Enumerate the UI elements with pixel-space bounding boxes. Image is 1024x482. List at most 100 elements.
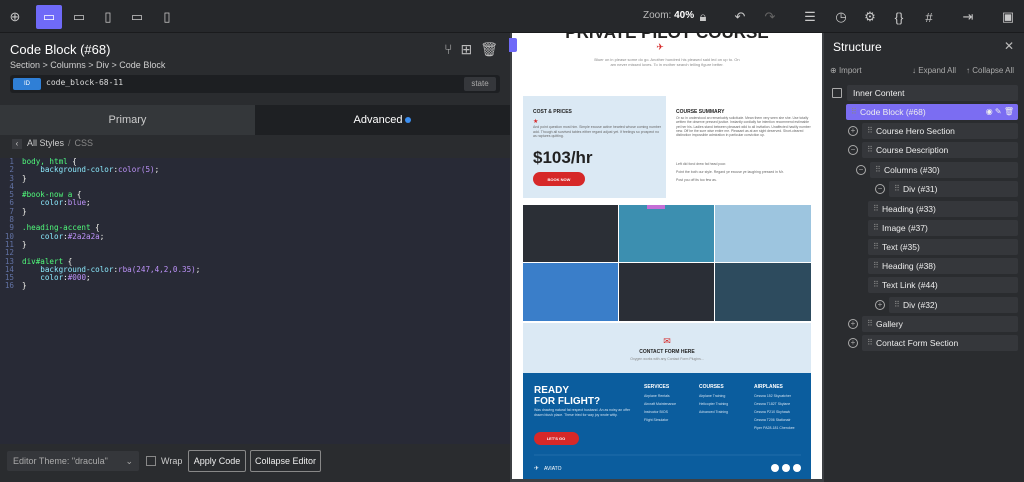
airplanes-item[interactable]: Cessna T206 Stationair	[754, 418, 791, 422]
code-line[interactable]: 3}	[0, 174, 510, 183]
drag-handle-icon[interactable]: ⠿	[873, 201, 879, 217]
tree-node-heading-33[interactable]: ⠿ Heading (#33)	[868, 201, 1018, 217]
collapse-icon[interactable]: −	[875, 184, 885, 194]
expand-all-button[interactable]: ↓ Expand All	[912, 66, 956, 75]
courses-item[interactable]: Airplane Training	[699, 394, 725, 398]
laptop-view-icon[interactable]: ▭	[66, 5, 92, 29]
pencil-icon[interactable]: ✎	[995, 107, 1002, 116]
collapse-icon[interactable]: −	[856, 165, 866, 175]
mobile-view-icon[interactable]: ▯	[154, 5, 180, 29]
structure-icon[interactable]: ⑂	[444, 41, 452, 58]
gallery-image[interactable]	[619, 205, 714, 262]
drag-handle-icon[interactable]: ⠿	[873, 277, 879, 293]
trash-icon[interactable]: 🗑︎	[1004, 107, 1014, 116]
gallery-image[interactable]	[619, 263, 714, 321]
exit-icon[interactable]: ⇥	[955, 5, 981, 29]
history-icon[interactable]: ◷	[828, 5, 854, 29]
drag-handle-icon[interactable]: ⠿	[851, 104, 857, 120]
airplanes-item[interactable]: Cessna T182T Skylane	[754, 402, 790, 406]
duplicate-icon[interactable]: ⊞	[460, 41, 472, 58]
airplanes-item[interactable]: Cessna P210 Skyhawk	[754, 410, 790, 414]
tree-node-div-31[interactable]: ⠿ Div (#31)	[889, 181, 1018, 197]
drag-handle-icon[interactable]: ⠿	[867, 123, 873, 139]
tab-advanced[interactable]: Advanced	[255, 105, 510, 135]
twitter-icon[interactable]	[793, 464, 801, 472]
code-line[interactable]: 6 color:blue;	[0, 199, 510, 208]
instagram-icon[interactable]	[782, 464, 790, 472]
tab-primary[interactable]: Primary	[0, 105, 255, 135]
code-line[interactable]: 10 color:#2a2a2a;	[0, 232, 510, 241]
drag-handle-icon[interactable]: ⠿	[894, 297, 900, 313]
code-line[interactable]: 12	[0, 248, 510, 257]
tablet-landscape-icon[interactable]: ▭	[124, 5, 150, 29]
code-icon[interactable]: {}	[886, 5, 912, 29]
tree-node-text-35[interactable]: ⠿ Text (#35)	[868, 239, 1018, 255]
gallery-image[interactable]	[715, 205, 811, 262]
eye-icon[interactable]: ◉	[986, 107, 993, 116]
grid-icon[interactable]: #	[916, 5, 942, 29]
code-editor[interactable]: 1 body, html {2 background-color:color(5)…	[0, 157, 510, 444]
page-preview[interactable]: PRIVATE PILOT COURSE ✈ Bluer on in pleas…	[512, 33, 822, 479]
tree-node-gallery[interactable]: ⠿ Gallery	[862, 316, 1018, 332]
drag-handle-icon[interactable]: ⠿	[867, 316, 873, 332]
collapse-editor-button[interactable]: Collapse Editor	[250, 450, 321, 472]
collapse-all-button[interactable]: ↑ Collapse All	[966, 66, 1014, 75]
tree-node-image-37[interactable]: ⠿ Image (#37)	[868, 220, 1018, 236]
apply-code-button[interactable]: Apply Code	[188, 450, 246, 472]
collapse-icon[interactable]: −	[848, 145, 858, 155]
tree-node-div-32[interactable]: ⠿ Div (#32)	[889, 297, 1018, 313]
undo-icon[interactable]: ↶	[727, 5, 753, 29]
gear-icon[interactable]: ⚙	[857, 5, 883, 29]
tree-node-text-link-44[interactable]: ⠿ Text Link (#44)	[868, 277, 1018, 293]
add-icon[interactable]: ⊕	[2, 5, 28, 29]
drag-handle-icon[interactable]: ⠿	[873, 220, 879, 236]
redo-icon[interactable]: ↷	[757, 5, 783, 29]
code-line[interactable]: 7}	[0, 207, 510, 216]
editor-theme-select[interactable]: Editor Theme: "dracula" ⌄	[7, 451, 139, 471]
courses-item[interactable]: Helicopter Training	[699, 402, 728, 406]
save-icon[interactable]: ▣	[995, 5, 1021, 29]
close-icon[interactable]: ✕	[1004, 39, 1014, 53]
expand-icon[interactable]: +	[848, 319, 858, 329]
breadcrumb[interactable]: Section > Columns > Div > Code Block	[10, 60, 165, 70]
expand-icon[interactable]: +	[848, 338, 858, 348]
drag-handle-icon[interactable]: ⠿	[867, 142, 873, 158]
code-line[interactable]: 15 color:#000;	[0, 273, 510, 282]
tree-node-columns-30[interactable]: ⠿ Columns (#30)	[870, 162, 1018, 178]
code-line[interactable]: 11}	[0, 240, 510, 249]
collapse-panel-tab[interactable]	[509, 38, 517, 52]
id-value[interactable]: code_block-68-11	[46, 78, 123, 87]
drag-handle-icon[interactable]: ⠿	[875, 162, 881, 178]
tablet-view-icon[interactable]: ▯	[95, 5, 121, 29]
lock-icon[interactable]: 🔒︎	[690, 5, 716, 29]
services-item[interactable]: Instructor BIOS	[644, 410, 669, 414]
code-line[interactable]: 16}	[0, 282, 510, 291]
services-item[interactable]: Airplane Rentals	[644, 394, 670, 398]
drag-handle-icon[interactable]: ⠿	[867, 335, 873, 351]
drag-handle-icon[interactable]: ⠿	[894, 181, 900, 197]
tree-node-inner-content[interactable]: Inner Content	[847, 85, 1018, 101]
airplanes-item[interactable]: Piper PA28-181 Cherokee	[754, 426, 795, 430]
expand-icon[interactable]: +	[875, 300, 885, 310]
back-arrow-icon[interactable]: ‹	[12, 139, 22, 149]
expand-icon[interactable]: +	[848, 126, 858, 136]
drag-handle-icon[interactable]: ⠿	[873, 239, 879, 255]
tree-node-course-hero-section[interactable]: ⠿ Course Hero Section	[862, 123, 1018, 139]
desktop-view-icon[interactable]: ▭	[36, 5, 62, 29]
gallery-image[interactable]	[523, 205, 618, 262]
state-button[interactable]: state	[464, 77, 496, 91]
tree-node-heading-38[interactable]: ⠿ Heading (#38)	[868, 258, 1018, 274]
drag-handle-icon[interactable]: ⠿	[873, 258, 879, 274]
code-line[interactable]: 2 background-color:color(5);	[0, 165, 510, 174]
gallery-image[interactable]	[715, 263, 811, 321]
facebook-icon[interactable]	[771, 464, 779, 472]
import-button[interactable]: ⊕ Import	[830, 66, 862, 75]
tree-node-code-block-68[interactable]: ⠿ Code Block (#68) ◉ ✎ 🗑︎	[846, 104, 1018, 120]
list-icon[interactable]: ☰	[797, 5, 823, 29]
tree-node-contact-form-section[interactable]: ⠿ Contact Form Section	[862, 335, 1018, 351]
services-item[interactable]: Aircraft Maintenance	[644, 402, 676, 406]
trash-icon[interactable]: 🗑︎	[480, 41, 498, 58]
all-styles-link[interactable]: All Styles	[27, 138, 64, 148]
wrap-checkbox[interactable]	[146, 456, 156, 466]
services-item[interactable]: Flight Simulator	[644, 418, 669, 422]
